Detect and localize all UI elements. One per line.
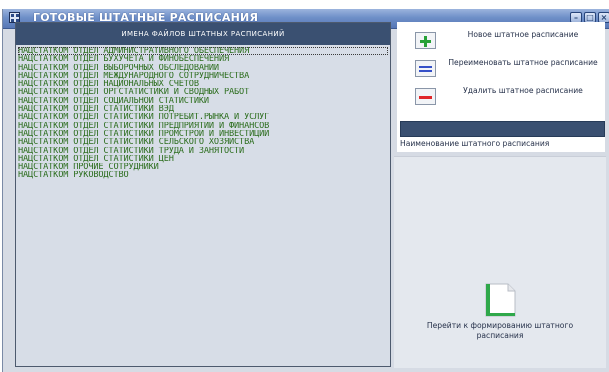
- delete-schedule-button[interactable]: [415, 88, 436, 105]
- list-item[interactable]: НАЦСТАТКОМ ОТДЕЛ СОЦИАЛЬНОЙ СТАТИСТИКИ: [18, 97, 388, 105]
- rename-schedule-button[interactable]: [415, 60, 436, 77]
- list-item[interactable]: НАЦСТАТКОМ ОТДЕЛ АДМИНИСТРАТИВНОГО ОБЕСП…: [18, 47, 388, 56]
- list-item[interactable]: НАЦСТАТКОМ ОТДЕЛ ВЫБОРОЧНЫХ ОБСЛЕДОВАНИЙ: [18, 64, 388, 72]
- schedule-file-list[interactable]: НАЦСТАТКОМ ОТДЕЛ АДМИНИСТРАТИВНОГО ОБЕСП…: [18, 47, 388, 180]
- list-item[interactable]: НАЦСТАТКОМ РУКОВОДСТВО: [18, 171, 388, 179]
- list-item[interactable]: НАЦСТАТКОМ ОТДЕЛ БУХУЧЕТА И ФИНОБЕСПЕЧЕН…: [18, 55, 388, 63]
- equals-icon: [419, 66, 432, 68]
- list-item[interactable]: НАЦСТАТКОМ ОТДЕЛ СТАТИСТИКИ ПОТРЕБИТ.РЫН…: [18, 113, 388, 121]
- list-item[interactable]: НАЦСТАТКОМ ОТДЕЛ СТАТИСТИКИ ВЭД: [18, 105, 388, 113]
- new-schedule-button[interactable]: [415, 32, 436, 49]
- list-item[interactable]: НАЦСТАТКОМ ОТДЕЛ СТАТИСТИКИ ТРУДА И ЗАНЯ…: [18, 147, 388, 155]
- schedule-name-field[interactable]: [400, 121, 605, 137]
- list-item[interactable]: НАЦСТАТКОМ ОТДЕЛ СТАТИСТИКИ ПРОМСТРОЙ И …: [18, 130, 388, 138]
- list-header: ИМЕНА ФАЙЛОВ ШТАТНЫХ РАСПИСАНИЙ: [16, 23, 390, 45]
- minus-icon: [419, 96, 432, 99]
- goto-formation-label[interactable]: Перейти к формированию штатного расписан…: [414, 321, 586, 340]
- delete-schedule-action[interactable]: Удалить штатное расписание: [415, 86, 605, 114]
- list-item[interactable]: НАЦСТАТКОМ ОТДЕЛ СТАТИСТИКИ СЕЛЬСКОГО ХО…: [18, 138, 388, 146]
- rename-schedule-action[interactable]: Переименовать штатное расписание: [415, 58, 605, 86]
- list-item[interactable]: НАЦСТАТКОМ ОТДЕЛ ОРГСТАТИСТИКИ И СВОДНЫХ…: [18, 88, 388, 96]
- list-item[interactable]: НАЦСТАТКОМ ОТДЕЛ НАЦИОНАЛЬНЫХ СЧЕТОВ: [18, 80, 388, 88]
- list-item[interactable]: НАЦСТАТКОМ ПРОЧИЕ СОТРУДНИКИ: [18, 163, 388, 171]
- document-icon[interactable]: [483, 283, 517, 317]
- rename-schedule-label: Переименовать штатное расписание: [448, 58, 598, 67]
- schedule-list-panel: ИМЕНА ФАЙЛОВ ШТАТНЫХ РАСПИСАНИЙ НАЦСТАТК…: [15, 22, 391, 367]
- new-schedule-label: Новое штатное расписание: [467, 30, 579, 39]
- new-schedule-action[interactable]: Новое штатное расписание: [415, 30, 605, 58]
- list-item[interactable]: НАЦСТАТКОМ ОТДЕЛ СТАТИСТИКИ ЦЕН: [18, 155, 388, 163]
- schedule-name-label: Наименование штатного расписания: [400, 139, 550, 148]
- list-item[interactable]: НАЦСТАТКОМ ОТДЕЛ СТАТИСТИКИ ПРЕДПРИЯТИЙ …: [18, 122, 388, 130]
- list-item[interactable]: НАЦСТАТКОМ ОТДЕЛ МЕЖДУНАРОДНОГО СОТРУДНИ…: [18, 72, 388, 80]
- delete-schedule-label: Удалить штатное расписание: [463, 86, 583, 95]
